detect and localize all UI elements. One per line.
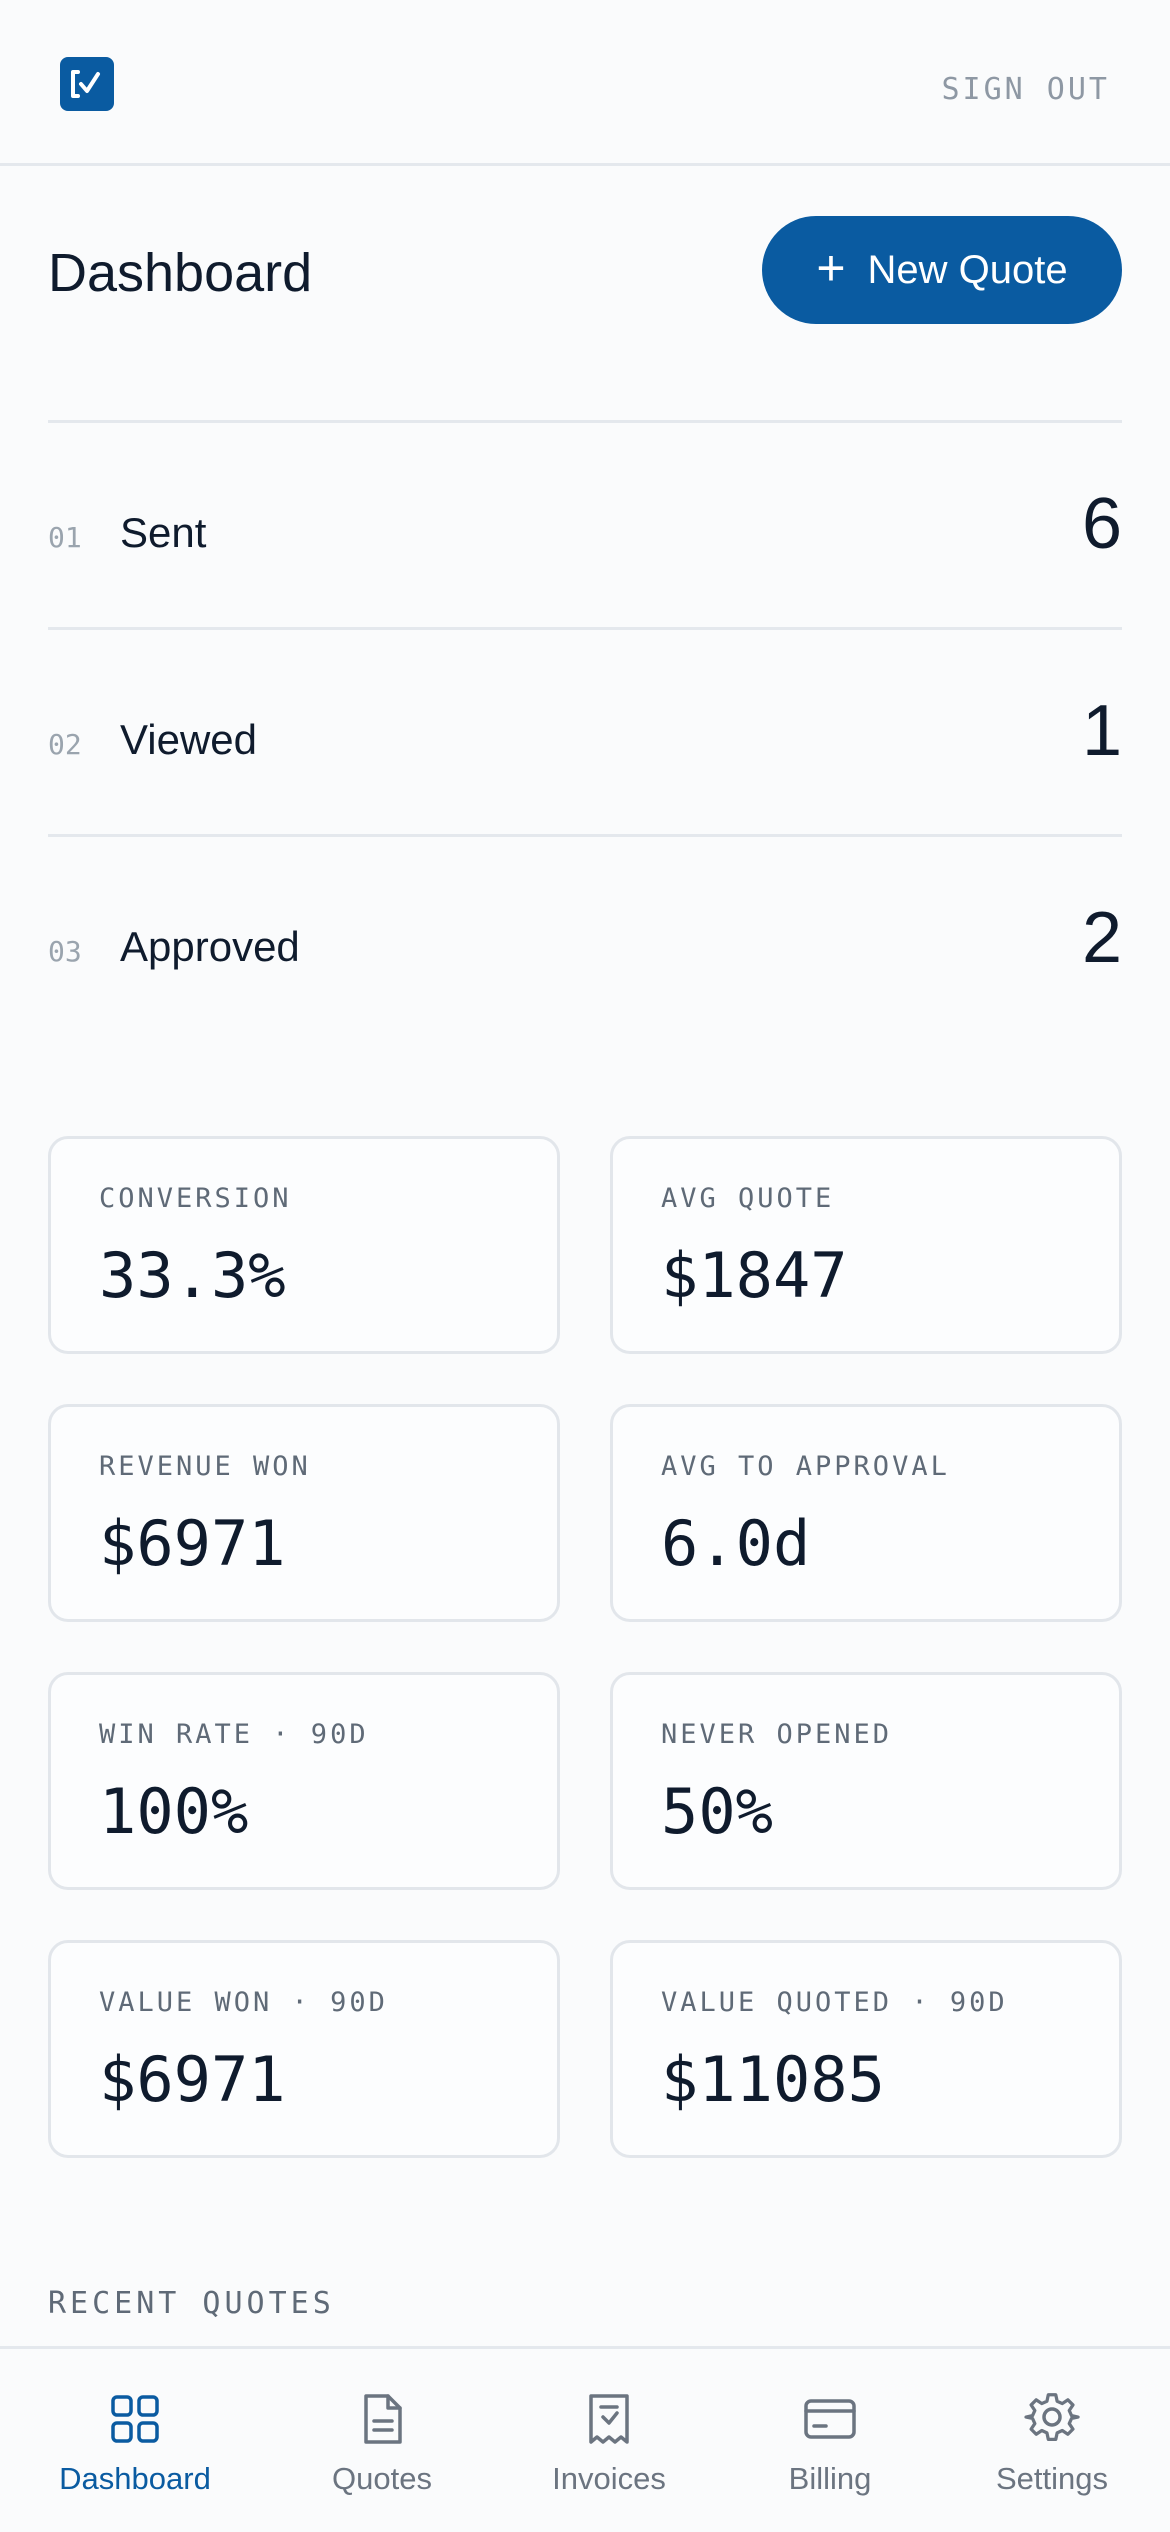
nav-label: Billing [788, 2461, 872, 2496]
top-bar: SIGN OUT [0, 0, 1170, 166]
bottom-nav: Dashboard Quotes Invoices Billing Settin… [0, 2346, 1170, 2532]
nav-label: Quotes [332, 2461, 432, 2496]
status-label: Approved [120, 923, 300, 970]
metric-card-value-quoted: VALUE QUOTED · 90D $11085 [610, 1940, 1122, 2158]
metric-value: $1847 [661, 1239, 848, 1312]
metric-value: $6971 [99, 1507, 286, 1580]
metric-label: VALUE WON · 90D [99, 1987, 388, 2018]
nav-label: Dashboard [59, 2461, 211, 2496]
plus-icon: + [816, 240, 846, 296]
sign-out-button[interactable]: SIGN OUT [942, 72, 1111, 107]
metric-card-value-won: VALUE WON · 90D $6971 [48, 1940, 560, 2158]
metric-card-revenue-won: REVENUE WON $6971 [48, 1404, 560, 1622]
metric-card-avg-quote: AVG QUOTE $1847 [610, 1136, 1122, 1354]
nav-item-quotes[interactable]: Quotes [312, 2349, 452, 2532]
metric-value: 50% [661, 1775, 773, 1848]
status-row-sent[interactable]: 01 Sent 6 [48, 420, 1122, 627]
status-label: Viewed [120, 716, 257, 763]
metric-value: 6.0d [661, 1507, 811, 1580]
metric-value: $11085 [661, 2043, 885, 2116]
grid-icon [111, 2395, 159, 2443]
metric-label: NEVER OPENED [661, 1719, 893, 1750]
status-count: 2 [1081, 898, 1122, 978]
nav-item-billing[interactable]: Billing [770, 2349, 890, 2532]
status-index: 02 [48, 728, 82, 761]
metric-card-avg-to-approval: AVG TO APPROVAL 6.0d [610, 1404, 1122, 1622]
metric-label: AVG TO APPROVAL [661, 1451, 950, 1482]
metric-card-win-rate: WIN RATE · 90D 100% [48, 1672, 560, 1890]
nav-item-dashboard[interactable]: Dashboard [54, 2349, 216, 2532]
metric-value: 100% [99, 1775, 249, 1848]
status-count: 1 [1081, 691, 1122, 771]
nav-label: Invoices [552, 2461, 666, 2496]
status-list: 01 Sent 6 02 Viewed 1 03 Approved 2 [48, 420, 1122, 1041]
metric-label: AVG QUOTE [661, 1183, 835, 1214]
status-row-approved[interactable]: 03 Approved 2 [48, 834, 1122, 1041]
document-icon [364, 2394, 402, 2444]
metrics-grid: CONVERSION 33.3% AVG QUOTE $1847 REVENUE… [48, 1136, 1122, 2158]
receipt-icon [589, 2394, 629, 2444]
recent-quotes-heading: RECENT QUOTES [48, 2286, 335, 2321]
status-row-viewed[interactable]: 02 Viewed 1 [48, 627, 1122, 834]
status-index: 03 [48, 935, 82, 968]
credit-card-icon [804, 2399, 856, 2439]
nav-item-invoices[interactable]: Invoices [532, 2349, 686, 2532]
nav-label: Settings [995, 2461, 1108, 2496]
metric-label: WIN RATE · 90D [99, 1719, 369, 1750]
title-row: Dashboard + New Quote [48, 214, 1122, 324]
metric-card-conversion: CONVERSION 33.3% [48, 1136, 560, 1354]
status-label: Sent [120, 509, 207, 556]
metric-card-never-opened: NEVER OPENED 50% [610, 1672, 1122, 1890]
status-count: 6 [1081, 484, 1122, 564]
status-index: 01 [48, 521, 82, 554]
metric-value: $6971 [99, 2043, 286, 2116]
gear-icon [1024, 2393, 1080, 2441]
metric-label: REVENUE WON [99, 1451, 311, 1482]
new-quote-button[interactable]: + New Quote [762, 216, 1122, 324]
metric-label: CONVERSION [99, 1183, 292, 1214]
metric-label: VALUE QUOTED · 90D [661, 1987, 1008, 2018]
metric-value: 33.3% [99, 1239, 286, 1312]
page-title: Dashboard [48, 243, 313, 303]
check-square-icon[interactable] [60, 57, 114, 111]
nav-item-settings[interactable]: Settings [984, 2349, 1120, 2532]
new-quote-label: New Quote [867, 247, 1068, 292]
